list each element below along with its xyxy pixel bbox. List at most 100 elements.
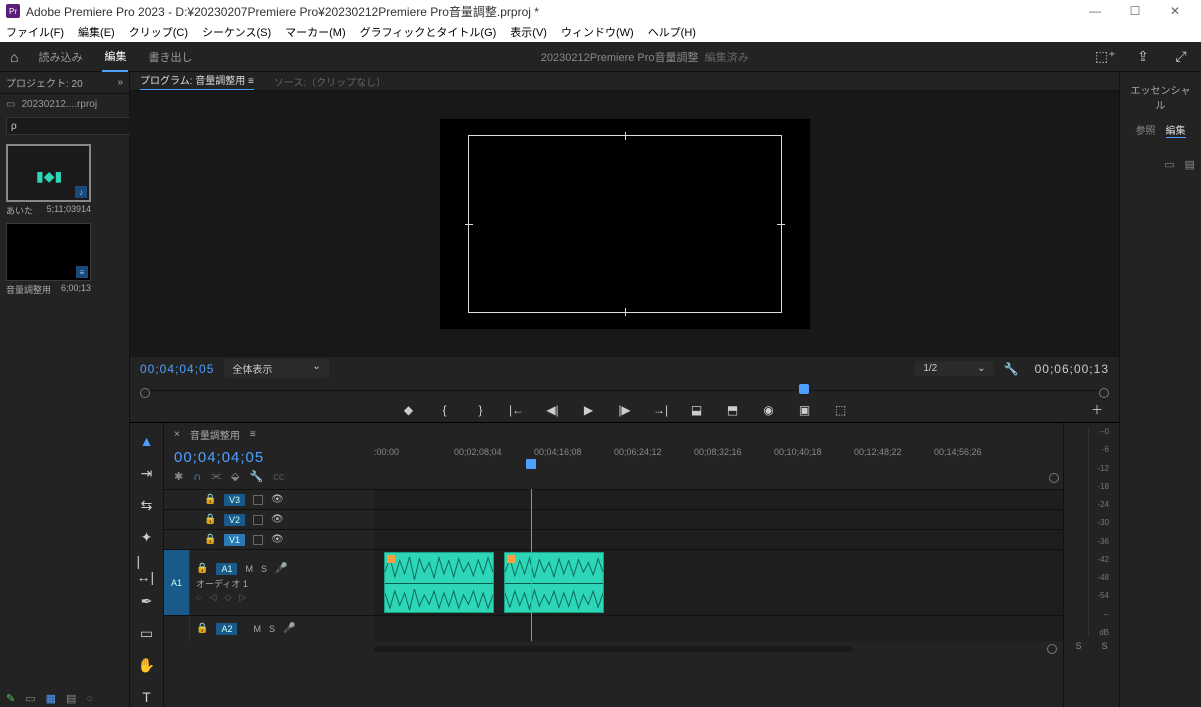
menu-clip[interactable]: クリップ(C) bbox=[129, 24, 188, 40]
goto-in-button[interactable]: |← bbox=[509, 403, 525, 417]
track-select-tool-icon[interactable]: ⇥ bbox=[137, 463, 157, 483]
menu-graphics[interactable]: グラフィックとタイトル(G) bbox=[360, 24, 497, 40]
in-button[interactable]: { bbox=[437, 403, 453, 417]
out-button[interactable]: } bbox=[473, 403, 489, 417]
button-editor-icon[interactable]: ＋ bbox=[1089, 401, 1105, 418]
panel-menu-icon[interactable]: » bbox=[117, 77, 123, 88]
caption-icon[interactable]: cc bbox=[273, 471, 284, 483]
step-fwd-button[interactable]: |▶ bbox=[617, 403, 633, 417]
program-scrubber[interactable] bbox=[140, 380, 1109, 398]
audio-clip[interactable] bbox=[384, 552, 494, 613]
marker-button[interactable]: ◆ bbox=[401, 403, 417, 417]
menu-help[interactable]: ヘルプ(H) bbox=[648, 24, 696, 40]
step-back-button[interactable]: ◀| bbox=[545, 403, 561, 417]
lift-button[interactable]: ⬓ bbox=[689, 403, 705, 417]
mute-button[interactable]: M bbox=[245, 564, 253, 574]
keyframe-icon[interactable]: ◇ bbox=[224, 592, 231, 603]
track-v1[interactable]: 🔒 V1 👁 bbox=[164, 529, 1063, 549]
toggle-output-icon[interactable] bbox=[253, 515, 263, 525]
hand-tool-icon[interactable]: ✋ bbox=[137, 655, 157, 675]
solo-label[interactable]: S bbox=[1075, 641, 1081, 651]
track-tag[interactable]: A2 bbox=[216, 623, 237, 635]
essential-edit-tab[interactable]: 編集 bbox=[1166, 122, 1186, 138]
settings-wrench-icon[interactable]: 🔧 bbox=[250, 470, 264, 483]
timeline-menu-icon[interactable]: ≡ bbox=[250, 429, 256, 440]
search-input[interactable] bbox=[6, 117, 148, 135]
lock-icon[interactable]: 🔒 bbox=[196, 563, 208, 574]
track-v2[interactable]: 🔒 V2 👁 bbox=[164, 509, 1063, 529]
menu-marker[interactable]: マーカー(M) bbox=[285, 24, 346, 40]
freeform-icon[interactable]: ✎ bbox=[6, 692, 15, 705]
solo-label[interactable]: S bbox=[1102, 641, 1108, 651]
mute-button[interactable]: M bbox=[253, 624, 261, 634]
voice-over-icon[interactable]: 🎤 bbox=[283, 623, 295, 634]
program-playhead[interactable] bbox=[799, 384, 809, 394]
timeline-timecode[interactable]: 00;04;04;05 bbox=[174, 449, 364, 466]
track-tag[interactable]: V1 bbox=[224, 534, 245, 546]
menu-edit[interactable]: 編集(E) bbox=[78, 24, 115, 40]
goto-out-button[interactable]: →| bbox=[653, 403, 669, 417]
lock-icon[interactable]: 🔒 bbox=[204, 534, 216, 545]
eye-icon[interactable]: 👁 bbox=[271, 514, 284, 525]
toggle-output-icon[interactable] bbox=[253, 495, 263, 505]
lock-icon[interactable]: 🔒 bbox=[204, 494, 216, 505]
track-a2[interactable]: 🔒 A2 MS 🎤 bbox=[164, 615, 1063, 641]
zoom-handle-left[interactable] bbox=[140, 388, 150, 398]
track-v3[interactable]: 🔒V3👁 bbox=[164, 489, 1063, 509]
rectangle-tool-icon[interactable]: ▭ bbox=[137, 623, 157, 643]
zoom-handle[interactable] bbox=[1047, 644, 1057, 654]
close-button[interactable]: ✕ bbox=[1155, 4, 1195, 18]
audio-clip[interactable] bbox=[504, 552, 604, 613]
folder-icon[interactable]: ▭ bbox=[1164, 158, 1174, 171]
program-timecode[interactable]: 00;04;04;05 bbox=[140, 362, 214, 376]
source-tab[interactable]: ソース:（クリップなし） bbox=[274, 74, 386, 89]
selection-tool-icon[interactable]: ▲ bbox=[137, 431, 157, 451]
track-tag[interactable]: A1 bbox=[216, 563, 237, 575]
quick-export-icon[interactable]: ⬚⁺ bbox=[1095, 48, 1115, 65]
link-icon[interactable]: ⫘ bbox=[211, 470, 221, 483]
snap-icon[interactable]: ∩ bbox=[193, 471, 201, 483]
share-icon[interactable]: ⇪ bbox=[1133, 48, 1153, 65]
zoom-end-handle[interactable] bbox=[1049, 473, 1059, 483]
eye-icon[interactable]: 👁 bbox=[271, 534, 284, 545]
slip-tool-icon[interactable]: |↔| bbox=[137, 559, 157, 579]
marker-span-icon[interactable]: ⬙ bbox=[231, 470, 239, 483]
pen-tool-icon[interactable]: ✒ bbox=[137, 591, 157, 611]
source-patch-a2[interactable] bbox=[164, 616, 190, 641]
extract-button[interactable]: ⬒ bbox=[725, 403, 741, 417]
home-icon[interactable]: ⌂ bbox=[10, 49, 18, 65]
zoom-dropdown[interactable]: 1/2⌄ bbox=[915, 361, 993, 376]
minimize-button[interactable]: — bbox=[1075, 4, 1115, 18]
bin-item-sequence[interactable]: ≡ 音量調整用6;00;13 bbox=[6, 223, 91, 296]
fit-dropdown[interactable]: 全体表示⌄ bbox=[224, 359, 328, 378]
timeline-zoom-scroll[interactable] bbox=[164, 641, 1063, 657]
menu-file[interactable]: ファイル(F) bbox=[6, 24, 64, 40]
track-content-a1[interactable] bbox=[374, 550, 1063, 615]
layers-icon[interactable]: ▤ bbox=[1185, 158, 1195, 171]
zoom-handle-right[interactable] bbox=[1099, 388, 1109, 398]
comparison-button[interactable]: ▣ bbox=[797, 403, 813, 417]
solo-button[interactable]: S bbox=[269, 624, 275, 634]
eye-icon[interactable]: 👁 bbox=[271, 494, 284, 505]
lock-icon[interactable]: 🔒 bbox=[204, 514, 216, 525]
voice-over-icon[interactable]: 🎤 bbox=[275, 563, 287, 574]
settings-icon[interactable]: 🔧 bbox=[1004, 362, 1019, 376]
track-tag[interactable]: V2 bbox=[224, 514, 245, 526]
project-file-row[interactable]: ▭ 20230212....rproj bbox=[0, 94, 129, 114]
toggle-output-icon[interactable] bbox=[253, 535, 263, 545]
play-button[interactable]: ▶ bbox=[581, 403, 597, 417]
tab-export[interactable]: 書き出し bbox=[146, 43, 194, 71]
timeline-close-icon[interactable]: × bbox=[174, 429, 180, 440]
lock-icon[interactable]: 🔒 bbox=[196, 623, 208, 634]
menu-sequence[interactable]: シーケンス(S) bbox=[202, 24, 271, 40]
essential-browse-tab[interactable]: 参照 bbox=[1136, 122, 1156, 138]
bin-item-audio[interactable]: ▮◆▮♪ あいた5;11;03914 bbox=[6, 144, 91, 217]
maximize-button[interactable]: ☐ bbox=[1115, 4, 1155, 18]
ripple-tool-icon[interactable]: ⇆ bbox=[137, 495, 157, 515]
safe-margin-button[interactable]: ⬚ bbox=[833, 403, 849, 417]
icon-view-icon[interactable]: ▦ bbox=[46, 692, 56, 705]
menu-window[interactable]: ウィンドウ(W) bbox=[561, 24, 634, 40]
timeline-tab[interactable]: 音量調整用 bbox=[190, 427, 240, 442]
solo-button[interactable]: S bbox=[261, 564, 267, 574]
fullscreen-icon[interactable]: ⤢ bbox=[1171, 48, 1191, 65]
